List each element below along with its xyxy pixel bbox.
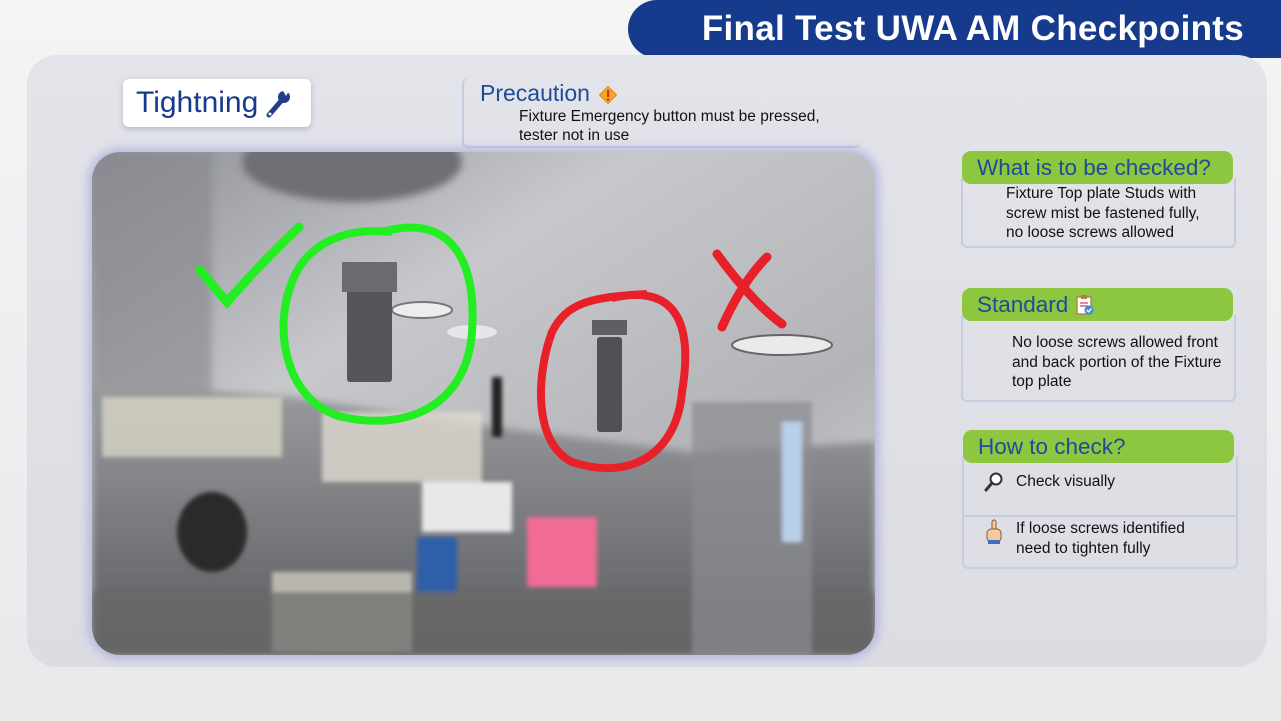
standard-title: Standard xyxy=(977,291,1069,317)
how-check-tighten-line2: need to tighten fully xyxy=(1016,539,1151,557)
how-check-visual-text: Check visually xyxy=(1016,473,1116,490)
how-check-title-bar: How to check? xyxy=(963,430,1234,463)
fixture-photo-illustration xyxy=(92,152,875,655)
standard-line1: No loose screws allowed front xyxy=(1012,334,1218,351)
fixture-photo xyxy=(92,152,875,655)
what-checked-body: Fixture Top plate Studs with screw mist … xyxy=(961,178,1236,248)
standard-body: No loose screws allowed front and back p… xyxy=(961,315,1236,402)
standard-line2: and back portion of the Fixture xyxy=(1012,353,1222,371)
what-checked-title: What is to be checked? xyxy=(977,154,1211,180)
page-title: Final Test UWA AM Checkpoints xyxy=(701,9,1244,48)
checklist-icon xyxy=(1076,294,1094,315)
tightning-label: Tightning xyxy=(136,86,259,119)
page-title-banner: Final Test UWA AM Checkpoints xyxy=(628,0,1281,58)
precaution-text-line2: tester not in use xyxy=(519,127,630,144)
precaution-box: Precaution Fixture Emergency button must… xyxy=(462,78,860,148)
wrench-icon xyxy=(266,91,291,118)
what-checked-line3: no loose screws allowed xyxy=(1006,224,1175,241)
what-checked-line1: Fixture Top plate Studs with xyxy=(1006,185,1197,202)
precaution-text: Fixture Emergency button must be pressed… xyxy=(519,107,849,145)
precaution-title: Precaution xyxy=(480,80,590,106)
tightning-label-box: Tightning xyxy=(123,79,311,127)
how-check-title: How to check? xyxy=(978,433,1126,459)
standard-line3: top plate xyxy=(1012,373,1072,390)
magnifier-icon xyxy=(984,472,1003,492)
what-checked-title-bar: What is to be checked? xyxy=(962,151,1233,184)
standard-title-bar: Standard xyxy=(962,288,1233,321)
precaution-title-row: Precaution xyxy=(480,80,618,107)
what-checked-line2: screw mist be fastened fully, xyxy=(1006,204,1200,222)
how-check-item-tighten: If loose screws identified need to tight… xyxy=(984,519,1185,558)
how-check-item-visual: Check visually xyxy=(984,472,1115,492)
how-check-tighten-line1: If loose screws identified xyxy=(1016,520,1185,537)
how-check-divider xyxy=(964,515,1236,517)
precaution-text-line1: Fixture Emergency button must be pressed… xyxy=(519,108,820,125)
hand-pointing-icon xyxy=(986,519,1002,544)
warning-icon xyxy=(599,85,618,105)
how-check-body: Check visually If loose screws identifie… xyxy=(962,456,1238,569)
